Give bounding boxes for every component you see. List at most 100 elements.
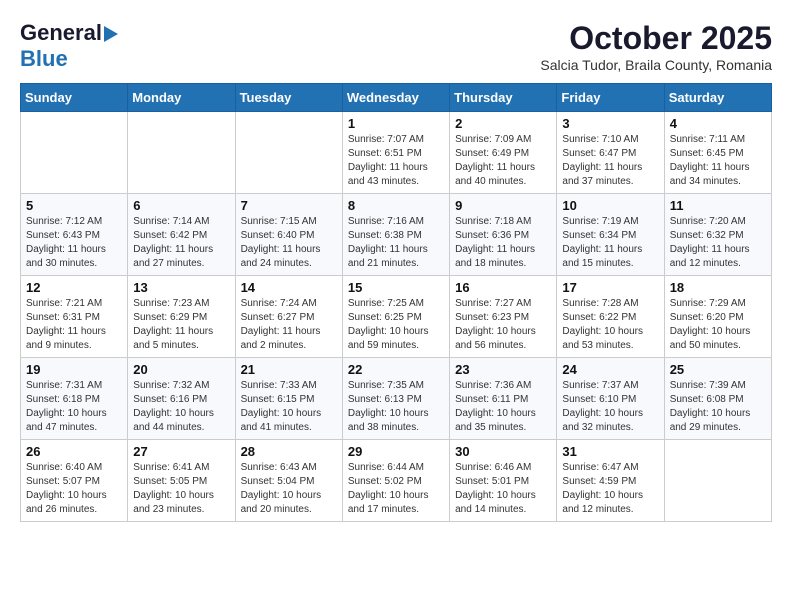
calendar-header-tuesday: Tuesday (235, 84, 342, 112)
day-number: 8 (348, 198, 444, 213)
day-info: Sunrise: 7:15 AM Sunset: 6:40 PM Dayligh… (241, 215, 337, 271)
calendar-cell: 15 Sunrise: 7:25 AM Sunset: 6:25 PM Dayli… (342, 276, 449, 358)
calendar-cell: 18 Sunrise: 7:29 AM Sunset: 6:20 PM Dayli… (664, 276, 771, 358)
day-number: 13 (133, 280, 229, 295)
calendar-cell: 14 Sunrise: 7:24 AM Sunset: 6:27 PM Dayli… (235, 276, 342, 358)
day-number: 23 (455, 362, 551, 377)
logo-general-text: General (20, 20, 102, 46)
day-number: 18 (670, 280, 766, 295)
day-number: 29 (348, 444, 444, 459)
calendar-table: SundayMondayTuesdayWednesdayThursdayFrid… (20, 83, 772, 522)
day-number: 20 (133, 362, 229, 377)
day-info: Sunrise: 6:47 AM Sunset: 4:59 PM Dayligh… (562, 461, 658, 517)
calendar-cell: 7 Sunrise: 7:15 AM Sunset: 6:40 PM Daylig… (235, 194, 342, 276)
calendar-header-row: SundayMondayTuesdayWednesdayThursdayFrid… (21, 84, 772, 112)
day-info: Sunrise: 6:44 AM Sunset: 5:02 PM Dayligh… (348, 461, 444, 517)
calendar-cell: 30 Sunrise: 6:46 AM Sunset: 5:01 PM Dayli… (450, 440, 557, 522)
header: General Blue October 2025 Salcia Tudor, … (20, 20, 772, 73)
calendar-header-sunday: Sunday (21, 84, 128, 112)
day-number: 14 (241, 280, 337, 295)
calendar-cell: 31 Sunrise: 6:47 AM Sunset: 4:59 PM Dayli… (557, 440, 664, 522)
calendar-header-friday: Friday (557, 84, 664, 112)
day-number: 27 (133, 444, 229, 459)
day-number: 11 (670, 198, 766, 213)
day-info: Sunrise: 7:35 AM Sunset: 6:13 PM Dayligh… (348, 379, 444, 435)
day-number: 1 (348, 116, 444, 131)
day-info: Sunrise: 7:31 AM Sunset: 6:18 PM Dayligh… (26, 379, 122, 435)
calendar-cell: 21 Sunrise: 7:33 AM Sunset: 6:15 PM Dayli… (235, 358, 342, 440)
day-info: Sunrise: 7:21 AM Sunset: 6:31 PM Dayligh… (26, 297, 122, 353)
day-info: Sunrise: 7:07 AM Sunset: 6:51 PM Dayligh… (348, 133, 444, 189)
calendar-cell: 6 Sunrise: 7:14 AM Sunset: 6:42 PM Daylig… (128, 194, 235, 276)
calendar-cell: 28 Sunrise: 6:43 AM Sunset: 5:04 PM Dayli… (235, 440, 342, 522)
day-number: 26 (26, 444, 122, 459)
day-info: Sunrise: 7:25 AM Sunset: 6:25 PM Dayligh… (348, 297, 444, 353)
calendar-week-row: 26Sunrise: 6:40 AM Sunset: 5:07 PM Dayli… (21, 440, 772, 522)
calendar-week-row: 19 Sunrise: 7:31 AM Sunset: 6:18 PM Dayli… (21, 358, 772, 440)
calendar-cell: 2Sunrise: 7:09 AM Sunset: 6:49 PM Daylig… (450, 112, 557, 194)
day-info: Sunrise: 7:16 AM Sunset: 6:38 PM Dayligh… (348, 215, 444, 271)
calendar-cell (235, 112, 342, 194)
calendar-cell: 16 Sunrise: 7:27 AM Sunset: 6:23 PM Dayli… (450, 276, 557, 358)
day-number: 30 (455, 444, 551, 459)
day-number: 2 (455, 116, 551, 131)
calendar-week-row: 5 Sunrise: 7:12 AM Sunset: 6:43 PM Daylig… (21, 194, 772, 276)
day-number: 6 (133, 198, 229, 213)
day-info: Sunrise: 7:24 AM Sunset: 6:27 PM Dayligh… (241, 297, 337, 353)
calendar-cell: 5 Sunrise: 7:12 AM Sunset: 6:43 PM Daylig… (21, 194, 128, 276)
day-info: Sunrise: 6:43 AM Sunset: 5:04 PM Dayligh… (241, 461, 337, 517)
calendar-cell: 12 Sunrise: 7:21 AM Sunset: 6:31 PM Dayli… (21, 276, 128, 358)
day-info: Sunrise: 7:10 AM Sunset: 6:47 PM Dayligh… (562, 133, 658, 189)
calendar-cell: 20 Sunrise: 7:32 AM Sunset: 6:16 PM Dayli… (128, 358, 235, 440)
day-info: Sunrise: 7:33 AM Sunset: 6:15 PM Dayligh… (241, 379, 337, 435)
calendar-cell: 23 Sunrise: 7:36 AM Sunset: 6:11 PM Dayli… (450, 358, 557, 440)
calendar-header-wednesday: Wednesday (342, 84, 449, 112)
calendar-cell (128, 112, 235, 194)
day-number: 24 (562, 362, 658, 377)
day-info: Sunrise: 7:27 AM Sunset: 6:23 PM Dayligh… (455, 297, 551, 353)
day-number: 10 (562, 198, 658, 213)
logo: General Blue (20, 20, 118, 72)
day-number: 21 (241, 362, 337, 377)
calendar-cell: 26Sunrise: 6:40 AM Sunset: 5:07 PM Dayli… (21, 440, 128, 522)
calendar-cell: 8 Sunrise: 7:16 AM Sunset: 6:38 PM Daylig… (342, 194, 449, 276)
day-info: Sunrise: 7:20 AM Sunset: 6:32 PM Dayligh… (670, 215, 766, 271)
day-number: 25 (670, 362, 766, 377)
day-info: Sunrise: 7:12 AM Sunset: 6:43 PM Dayligh… (26, 215, 122, 271)
calendar-cell (664, 440, 771, 522)
day-info: Sunrise: 7:11 AM Sunset: 6:45 PM Dayligh… (670, 133, 766, 189)
day-info: Sunrise: 7:36 AM Sunset: 6:11 PM Dayligh… (455, 379, 551, 435)
day-number: 16 (455, 280, 551, 295)
day-number: 5 (26, 198, 122, 213)
day-number: 7 (241, 198, 337, 213)
day-info: Sunrise: 7:32 AM Sunset: 6:16 PM Dayligh… (133, 379, 229, 435)
day-number: 9 (455, 198, 551, 213)
calendar-cell: 9Sunrise: 7:18 AM Sunset: 6:36 PM Daylig… (450, 194, 557, 276)
day-number: 31 (562, 444, 658, 459)
day-number: 12 (26, 280, 122, 295)
calendar-header-saturday: Saturday (664, 84, 771, 112)
day-number: 3 (562, 116, 658, 131)
month-title: October 2025 (540, 20, 772, 57)
day-info: Sunrise: 7:29 AM Sunset: 6:20 PM Dayligh… (670, 297, 766, 353)
calendar-week-row: 1 Sunrise: 7:07 AM Sunset: 6:51 PM Daylig… (21, 112, 772, 194)
day-info: Sunrise: 7:39 AM Sunset: 6:08 PM Dayligh… (670, 379, 766, 435)
logo-arrow-icon (104, 26, 118, 42)
day-number: 28 (241, 444, 337, 459)
day-info: Sunrise: 7:14 AM Sunset: 6:42 PM Dayligh… (133, 215, 229, 271)
day-info: Sunrise: 6:41 AM Sunset: 5:05 PM Dayligh… (133, 461, 229, 517)
day-number: 19 (26, 362, 122, 377)
calendar-cell: 1 Sunrise: 7:07 AM Sunset: 6:51 PM Daylig… (342, 112, 449, 194)
calendar-cell: 24Sunrise: 7:37 AM Sunset: 6:10 PM Dayli… (557, 358, 664, 440)
day-number: 22 (348, 362, 444, 377)
day-number: 15 (348, 280, 444, 295)
calendar-cell: 17 Sunrise: 7:28 AM Sunset: 6:22 PM Dayli… (557, 276, 664, 358)
calendar-cell: 11 Sunrise: 7:20 AM Sunset: 6:32 PM Dayli… (664, 194, 771, 276)
day-info: Sunrise: 7:19 AM Sunset: 6:34 PM Dayligh… (562, 215, 658, 271)
day-info: Sunrise: 7:28 AM Sunset: 6:22 PM Dayligh… (562, 297, 658, 353)
day-number: 17 (562, 280, 658, 295)
day-info: Sunrise: 6:46 AM Sunset: 5:01 PM Dayligh… (455, 461, 551, 517)
title-area: October 2025 Salcia Tudor, Braila County… (540, 20, 772, 73)
day-info: Sunrise: 7:23 AM Sunset: 6:29 PM Dayligh… (133, 297, 229, 353)
calendar-cell: 3 Sunrise: 7:10 AM Sunset: 6:47 PM Daylig… (557, 112, 664, 194)
